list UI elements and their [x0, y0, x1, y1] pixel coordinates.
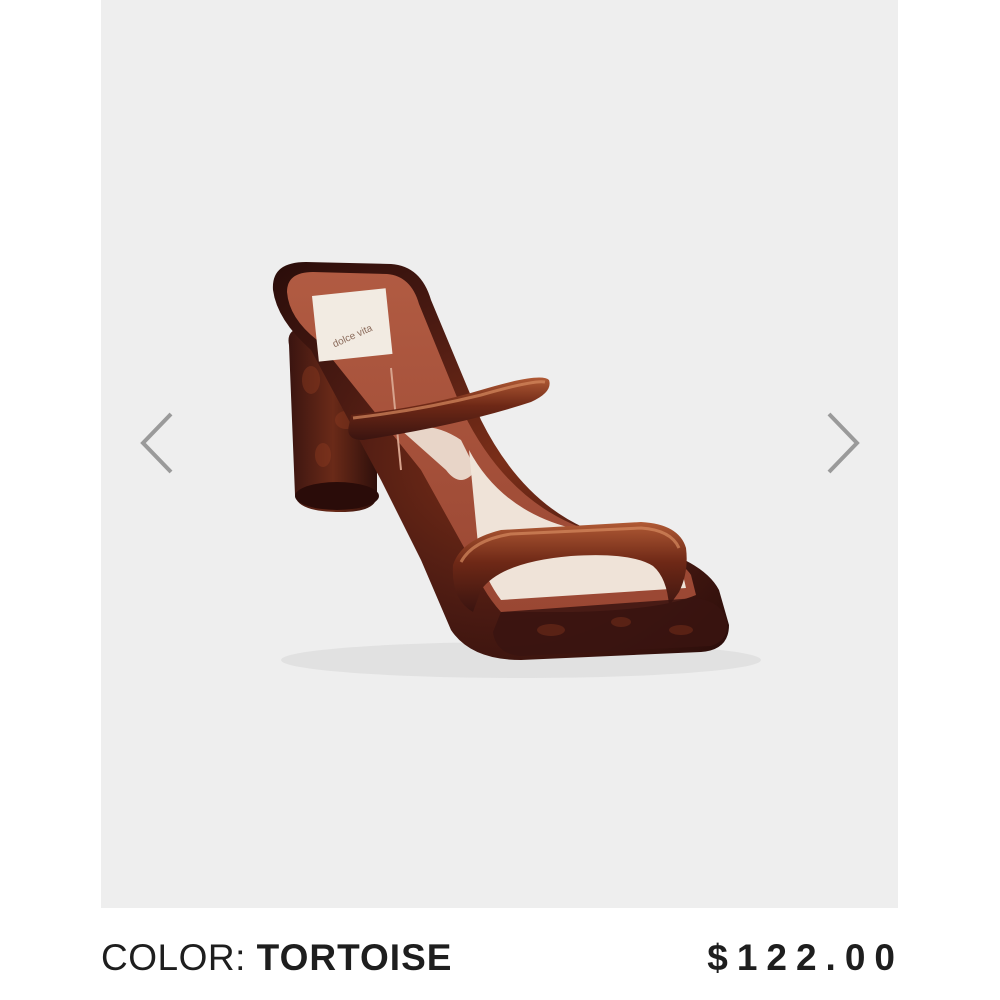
product-image-gallery: dolce vita [101, 0, 898, 908]
gallery-prev-button[interactable] [132, 408, 182, 478]
color-selection: COLOR: TORTOISE [101, 937, 452, 979]
chevron-left-icon [140, 412, 173, 474]
color-value: TORTOISE [256, 937, 453, 978]
product-info-bar: COLOR: TORTOISE $122.00 [101, 930, 898, 986]
chevron-right-icon [827, 412, 860, 474]
color-label: COLOR: [101, 937, 257, 978]
gallery-next-button[interactable] [818, 408, 868, 478]
product-image: dolce vita [272, 262, 761, 678]
product-page: dolce vita COLOR: TORTOISE $122.00 [0, 0, 1000, 1000]
product-price: $122.00 [707, 937, 904, 978]
